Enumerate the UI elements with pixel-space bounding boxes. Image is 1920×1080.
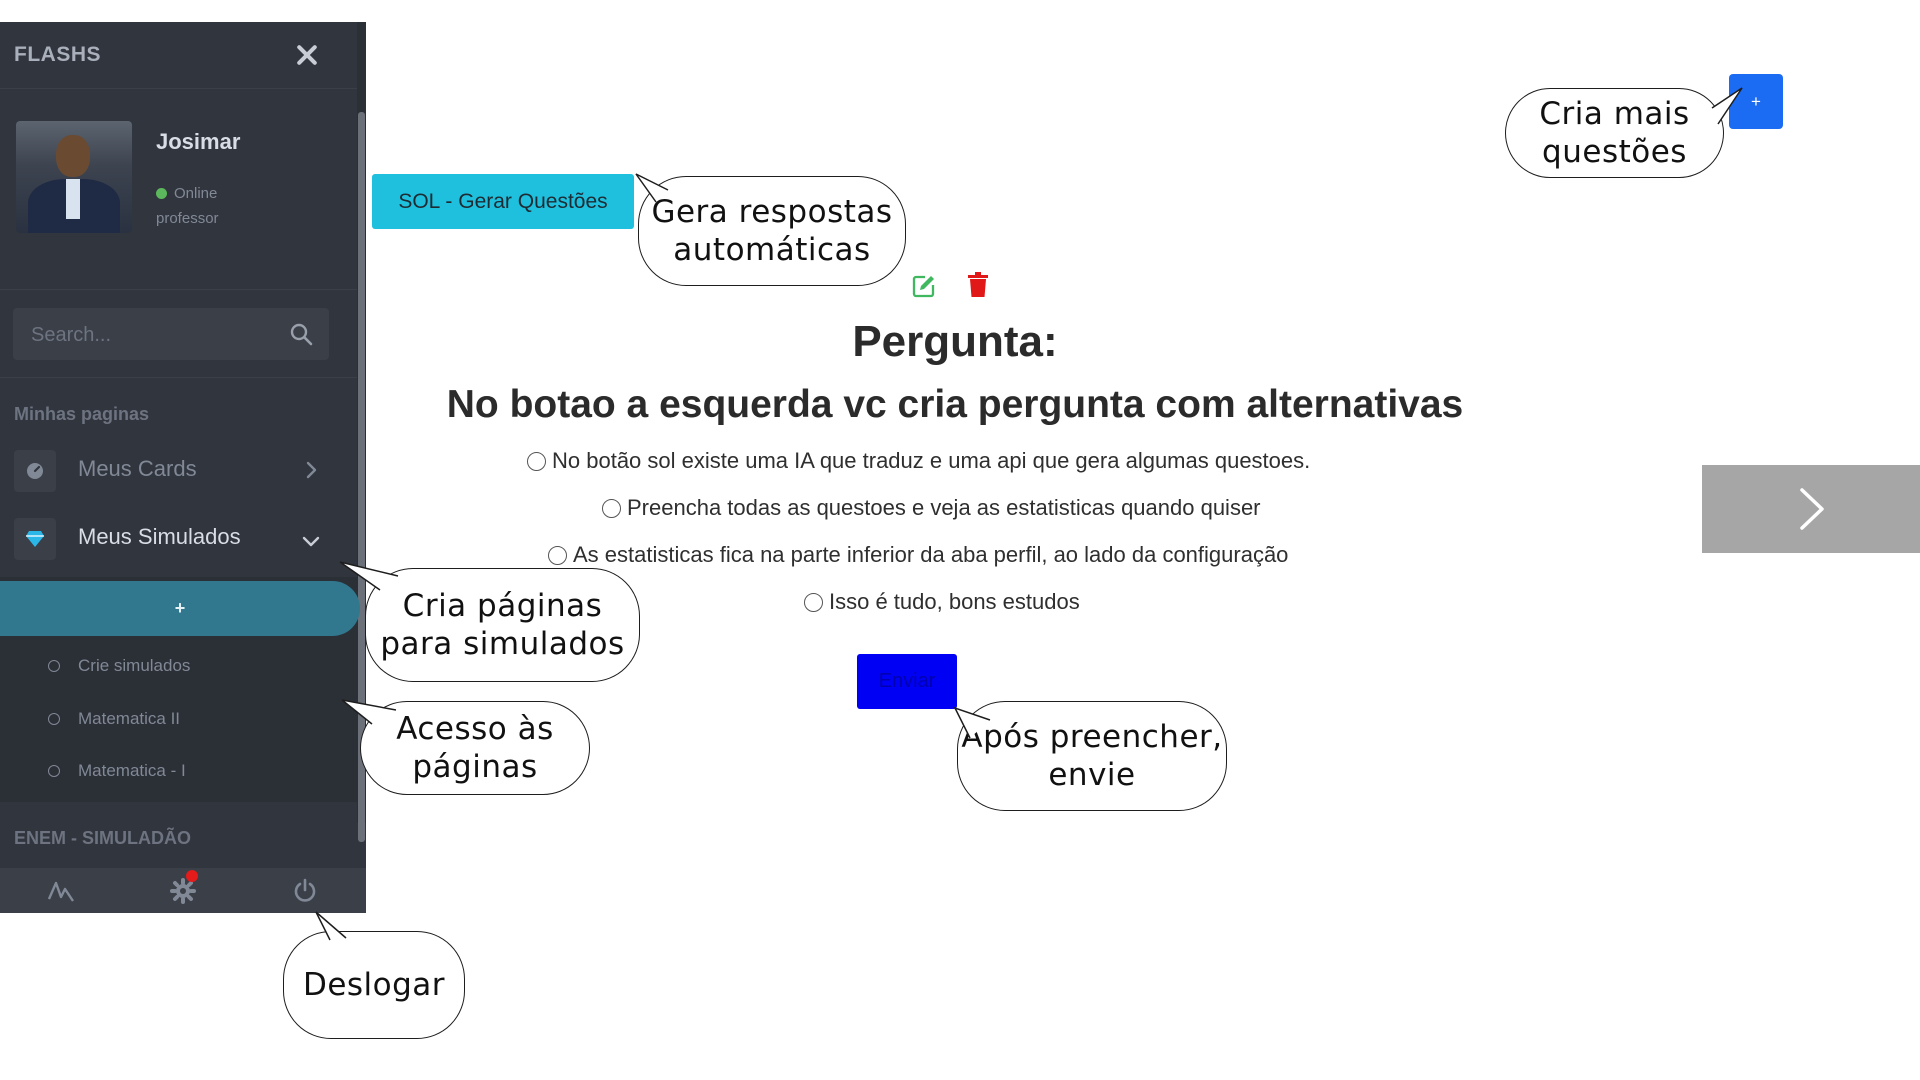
callout-tails [315, 87, 1743, 941]
